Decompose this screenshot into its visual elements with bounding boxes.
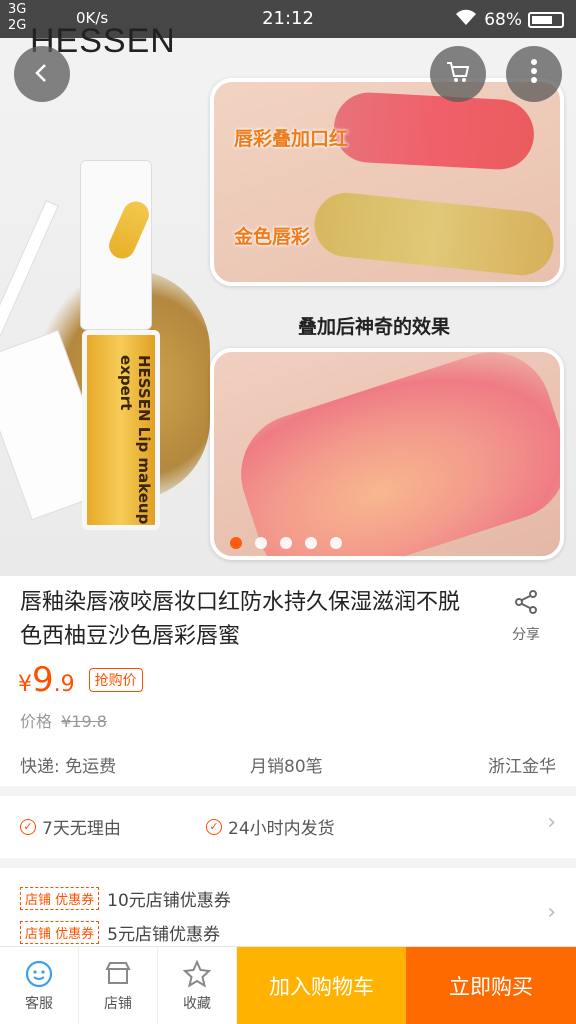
product-meta: 快递: 免运费 月销80笔 浙江金华 [0, 752, 576, 782]
carousel-indicator [230, 537, 342, 549]
service-label: 7天无理由 [42, 819, 121, 839]
shop-icon [103, 959, 133, 989]
monthly-sales: 月销80笔 [250, 757, 323, 777]
star-icon [182, 959, 212, 989]
coupon-item: 店铺 优惠券 5元店铺优惠券 [20, 920, 220, 945]
service-item: ✓ 24小时内发货 [206, 814, 335, 839]
price: ¥ 9 .9 抢购价 [18, 660, 143, 700]
bottom-action-bar: 客服 店铺 收藏 加入购物车 立即购买 [0, 946, 576, 1024]
check-circle-icon: ✓ [20, 818, 36, 835]
product-image-carousel[interactable]: HESSEN Lip makeup expert 唇彩叠加口红 金色唇彩 叠加后… [0, 0, 576, 576]
price-integer: 9 [32, 660, 54, 700]
favorite-button[interactable]: 收藏 [158, 947, 237, 1024]
tube-label: HESSEN Lip makeup expert [117, 355, 153, 525]
service-label: 24小时内发货 [228, 819, 335, 839]
share-button[interactable]: 分享 [500, 588, 552, 644]
original-price-label: 价格 [20, 712, 53, 731]
share-icon [512, 590, 540, 620]
swatch-label-2: 金色唇彩 [234, 226, 311, 248]
shop-button[interactable]: 店铺 [79, 947, 158, 1024]
swatch-label-1: 唇彩叠加口红 [234, 128, 349, 150]
location: 浙江金华 [488, 757, 556, 777]
effect-caption: 叠加后神奇的效果 [298, 316, 451, 338]
more-vertical-icon [530, 58, 538, 91]
coupon-section[interactable]: 店铺 优惠券 10元店铺优惠券 店铺 优惠券 5元店铺优惠券 › [0, 868, 576, 948]
cart-button[interactable] [430, 46, 486, 102]
carousel-dot [330, 537, 342, 549]
price-decimal: .9 [53, 672, 75, 697]
red-swatch [332, 90, 536, 172]
customer-service-icon [24, 959, 54, 989]
original-price-value: ¥19.8 [61, 712, 107, 731]
cart-icon [445, 60, 471, 88]
customer-service-label: 客服 [25, 996, 53, 1012]
carousel-dot [305, 537, 317, 549]
add-to-cart-button[interactable]: 加入购物车 [237, 947, 406, 1024]
buy-now-button[interactable]: 立即购买 [406, 947, 576, 1024]
check-circle-icon: ✓ [206, 818, 222, 835]
product-tube: HESSEN Lip makeup expert [82, 330, 160, 530]
wifi-icon [454, 8, 478, 31]
coupon-tag: 店铺 优惠券 [20, 887, 100, 910]
chevron-right-icon: › [547, 900, 556, 925]
carousel-dot [255, 537, 267, 549]
shipping-info: 快递: 免运费 [20, 757, 117, 777]
more-button[interactable] [506, 46, 562, 102]
shop-label: 店铺 [104, 996, 132, 1012]
price-tag: 抢购价 [88, 668, 143, 692]
gold-swatch [311, 189, 557, 279]
section-divider [0, 786, 576, 796]
coupon-text: 5元店铺优惠券 [107, 925, 220, 945]
chevron-right-icon: › [547, 810, 556, 835]
battery-icon [528, 11, 564, 28]
status-right: 68% [454, 8, 564, 31]
sparkle-swatch [225, 352, 560, 556]
customer-service-button[interactable]: 客服 [0, 947, 79, 1024]
carousel-dot [280, 537, 292, 549]
coupon-item: 店铺 优惠券 10元店铺优惠券 [20, 886, 231, 911]
product-title: 唇釉染唇液咬唇妆口红防水持久保湿滋润不脱色西柚豆沙色唇彩唇蜜 [20, 590, 461, 649]
swatch-card-top: 唇彩叠加口红 金色唇彩 [210, 78, 564, 286]
coupon-text: 10元店铺优惠券 [107, 891, 231, 911]
battery-percent: 68% [484, 9, 522, 30]
carousel-dot [230, 537, 242, 549]
chevron-left-icon [31, 58, 53, 91]
share-label: 分享 [512, 627, 540, 643]
coupon-tag: 店铺 优惠券 [20, 921, 100, 944]
favorite-label: 收藏 [183, 996, 211, 1012]
service-item: ✓ 7天无理由 [20, 814, 121, 839]
swatch-card-bottom [210, 348, 564, 560]
back-button[interactable] [14, 46, 70, 102]
original-price: 价格 ¥19.8 [20, 708, 107, 732]
price-symbol: ¥ [18, 672, 32, 697]
service-guarantees[interactable]: ✓ 7天无理由 ✓ 24小时内发货 › [0, 796, 576, 856]
section-divider [0, 858, 576, 868]
